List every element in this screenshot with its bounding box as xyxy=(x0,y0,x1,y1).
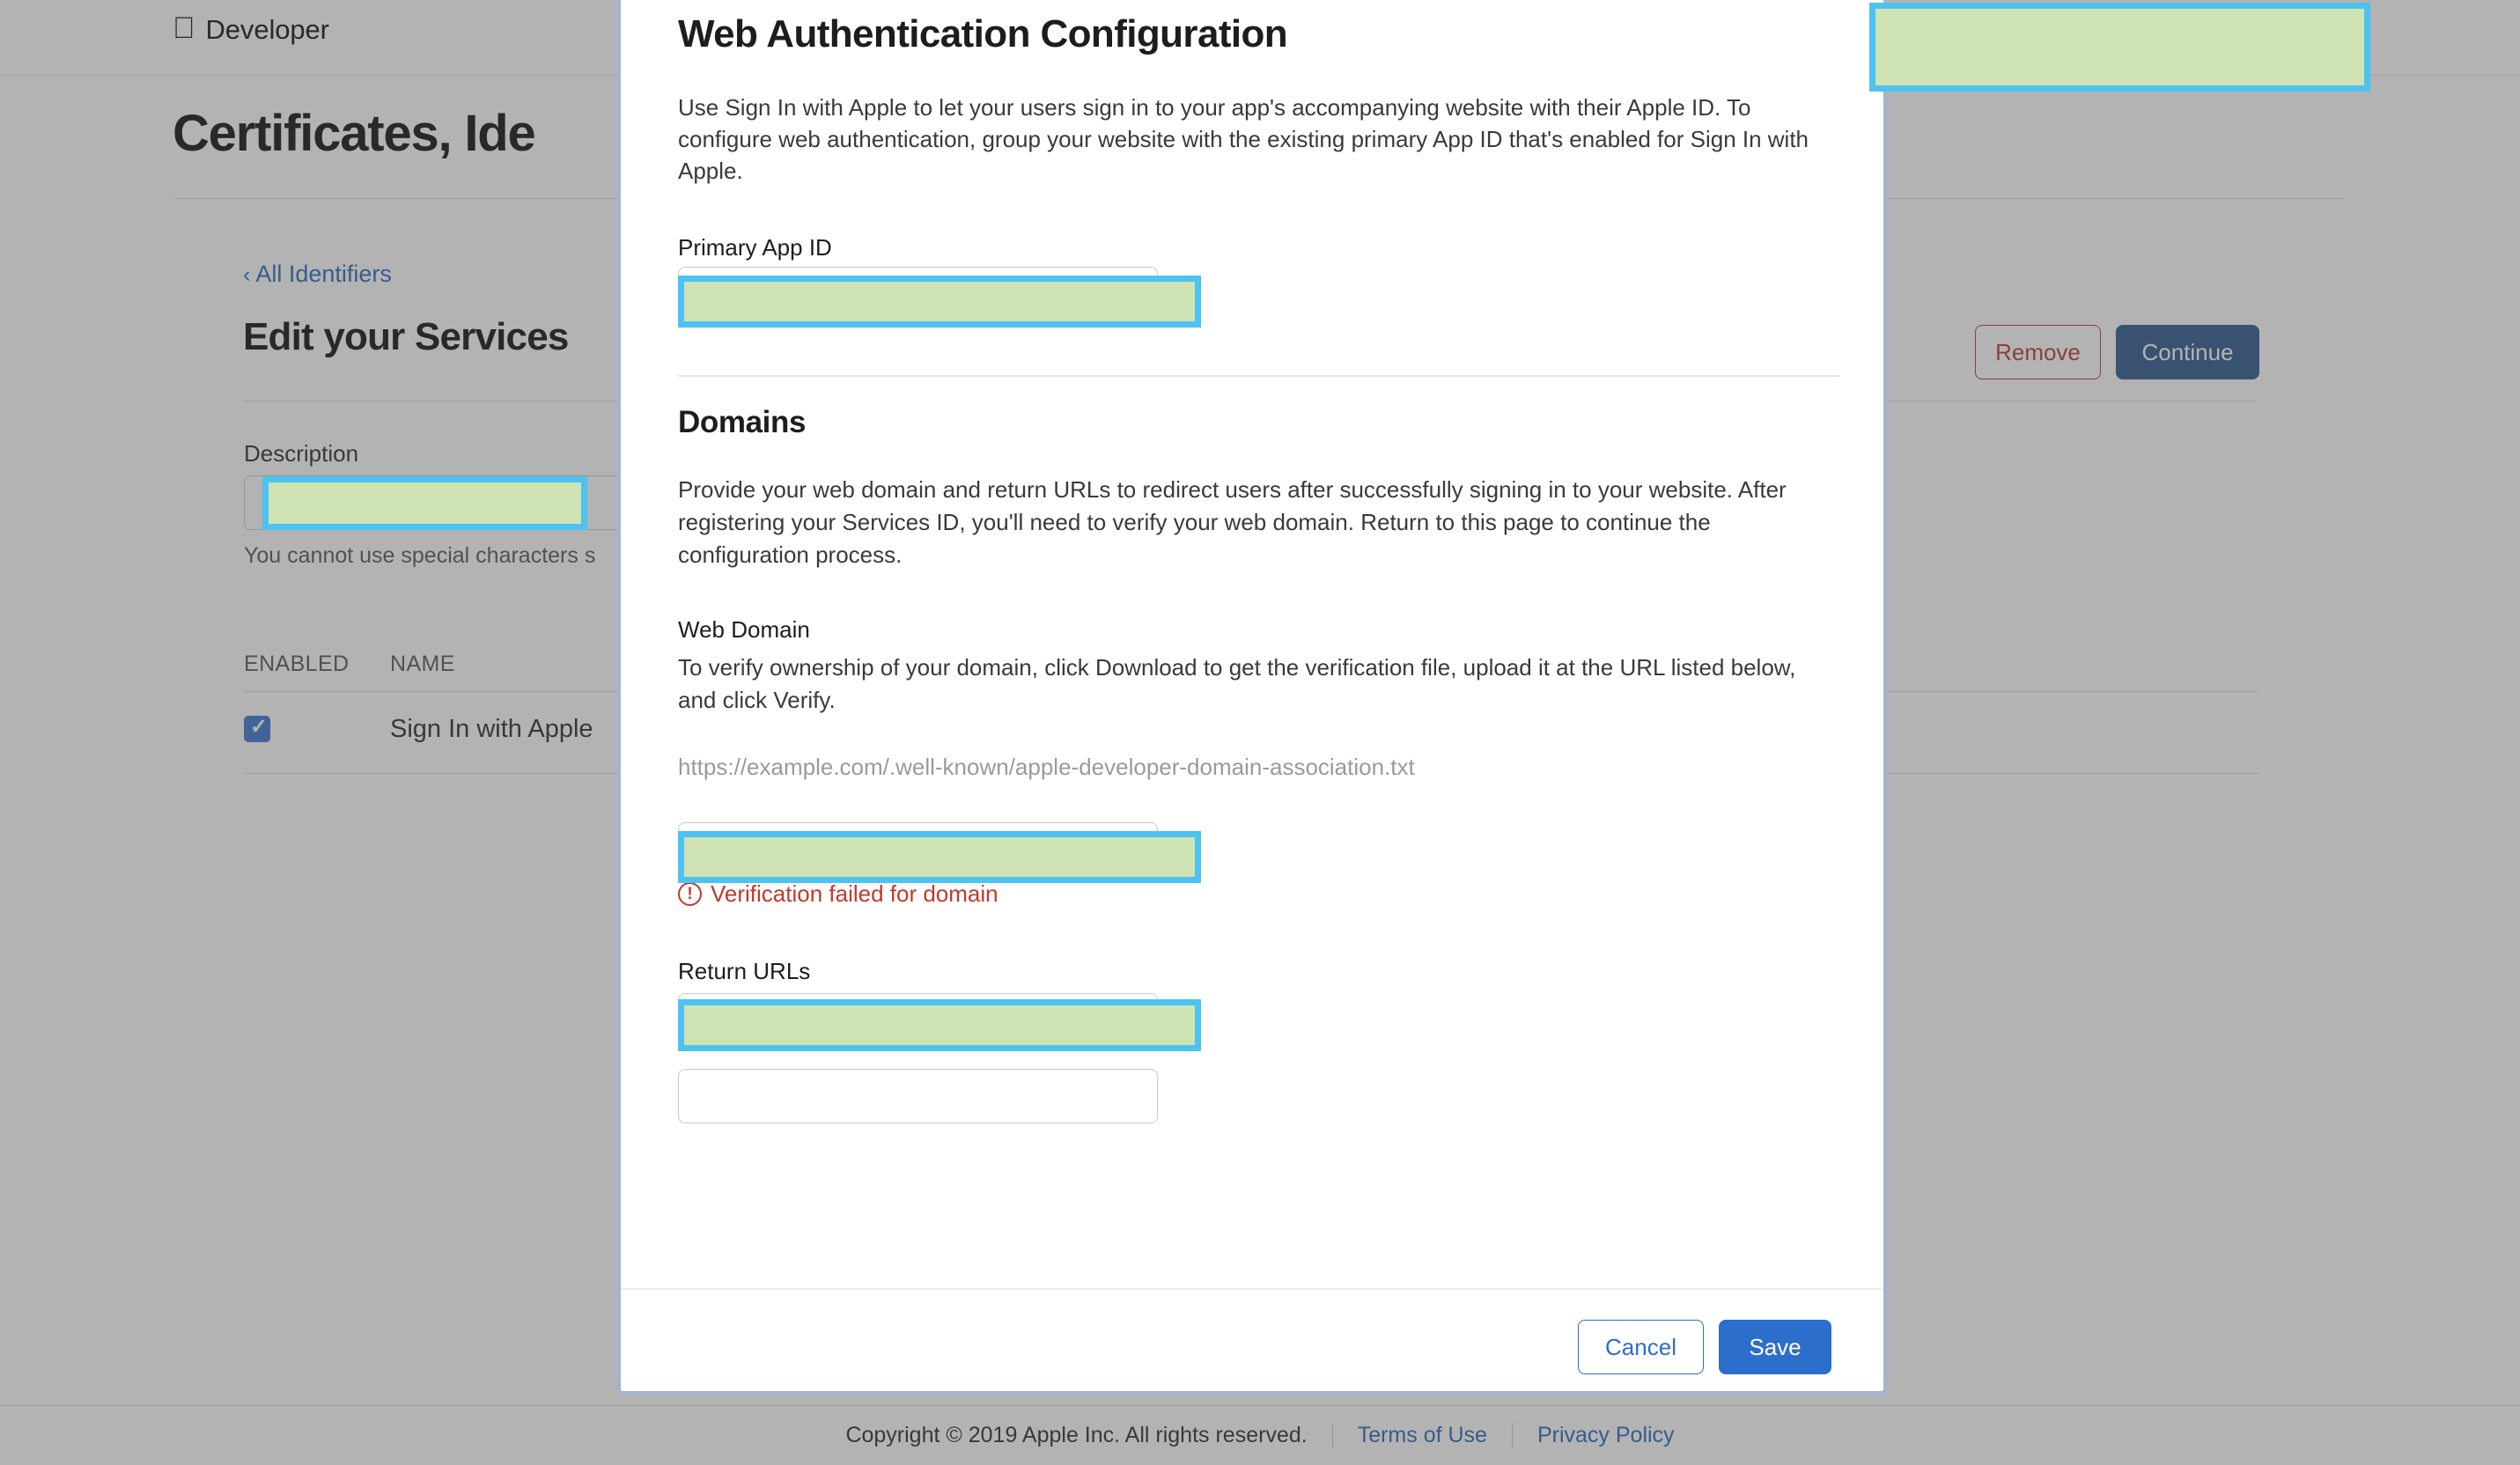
back-link-label: All Identifiers xyxy=(255,261,392,287)
checkmark-icon: ✓ xyxy=(250,715,269,739)
return-url-input-2[interactable] xyxy=(678,1069,1158,1123)
continue-button[interactable]: Continue xyxy=(2116,325,2259,379)
highlight-description-field xyxy=(262,476,587,530)
verification-error-text: Verification failed for domain xyxy=(711,880,998,907)
highlight-web-domain xyxy=(678,831,1201,883)
brand-label: Developer xyxy=(183,14,330,45)
brand-lockup[interactable]:  Developer xyxy=(173,13,330,46)
remove-button[interactable]: Remove xyxy=(1975,325,2101,379)
section-title: Edit your Services xyxy=(243,315,569,358)
highlight-primary-app-id xyxy=(678,276,1201,328)
cancel-button[interactable]: Cancel xyxy=(1578,1320,1704,1374)
table-row-name: Sign In with Apple xyxy=(390,715,593,743)
description-label: Description xyxy=(244,440,359,467)
dialog-footer: Cancel Save xyxy=(621,1288,1883,1387)
dialog-section-divider xyxy=(678,375,1840,377)
page-title: Certificates, Ide xyxy=(173,105,536,162)
copyright-text: Copyright © 2019 Apple Inc. All rights r… xyxy=(845,1423,1308,1447)
verification-url-text: https://example.com/.well-known/apple-de… xyxy=(678,754,1415,780)
description-hint: You cannot use special characters s xyxy=(244,543,596,568)
dialog-intro-text: Use Sign In with Apple to let your users… xyxy=(678,94,1809,184)
table-header-name: NAME xyxy=(390,652,455,676)
dialog-title: Web Authentication Configuration xyxy=(678,12,1288,55)
web-domain-label: Web Domain xyxy=(678,616,810,643)
back-to-all-identifiers-link[interactable]: ‹ All Identifiers xyxy=(243,261,392,288)
verification-error: ! Verification failed for domain xyxy=(678,880,998,908)
highlight-return-url xyxy=(678,999,1201,1051)
chevron-left-icon: ‹ xyxy=(243,262,251,287)
exclamation-circle-icon: ! xyxy=(678,882,702,906)
table-header-enabled: ENABLED xyxy=(244,652,350,676)
web-domain-description: To verify ownership of your domain, clic… xyxy=(678,654,1796,713)
save-button[interactable]: Save xyxy=(1719,1320,1831,1374)
domains-heading: Domains xyxy=(678,405,807,439)
highlight-top-right-region xyxy=(1869,3,2370,92)
dialog-body: Web Authentication Configuration Use Sig… xyxy=(621,0,1883,1288)
privacy-policy-link[interactable]: Privacy Policy xyxy=(1511,1423,1699,1448)
terms-of-use-link[interactable]: Terms of Use xyxy=(1331,1423,1512,1448)
return-urls-label: Return URLs xyxy=(678,958,811,984)
apple-logo-icon:  xyxy=(173,13,195,43)
row-enabled-checkbox[interactable]: ✓ xyxy=(244,715,270,742)
primary-app-id-label: Primary App ID xyxy=(678,234,832,261)
page-footer: Copyright © 2019 Apple Inc. All rights r… xyxy=(0,1405,2520,1465)
web-authentication-configuration-dialog: Web Authentication Configuration Use Sig… xyxy=(616,0,1888,1395)
domains-description: Provide your web domain and return URLs … xyxy=(678,476,1787,568)
